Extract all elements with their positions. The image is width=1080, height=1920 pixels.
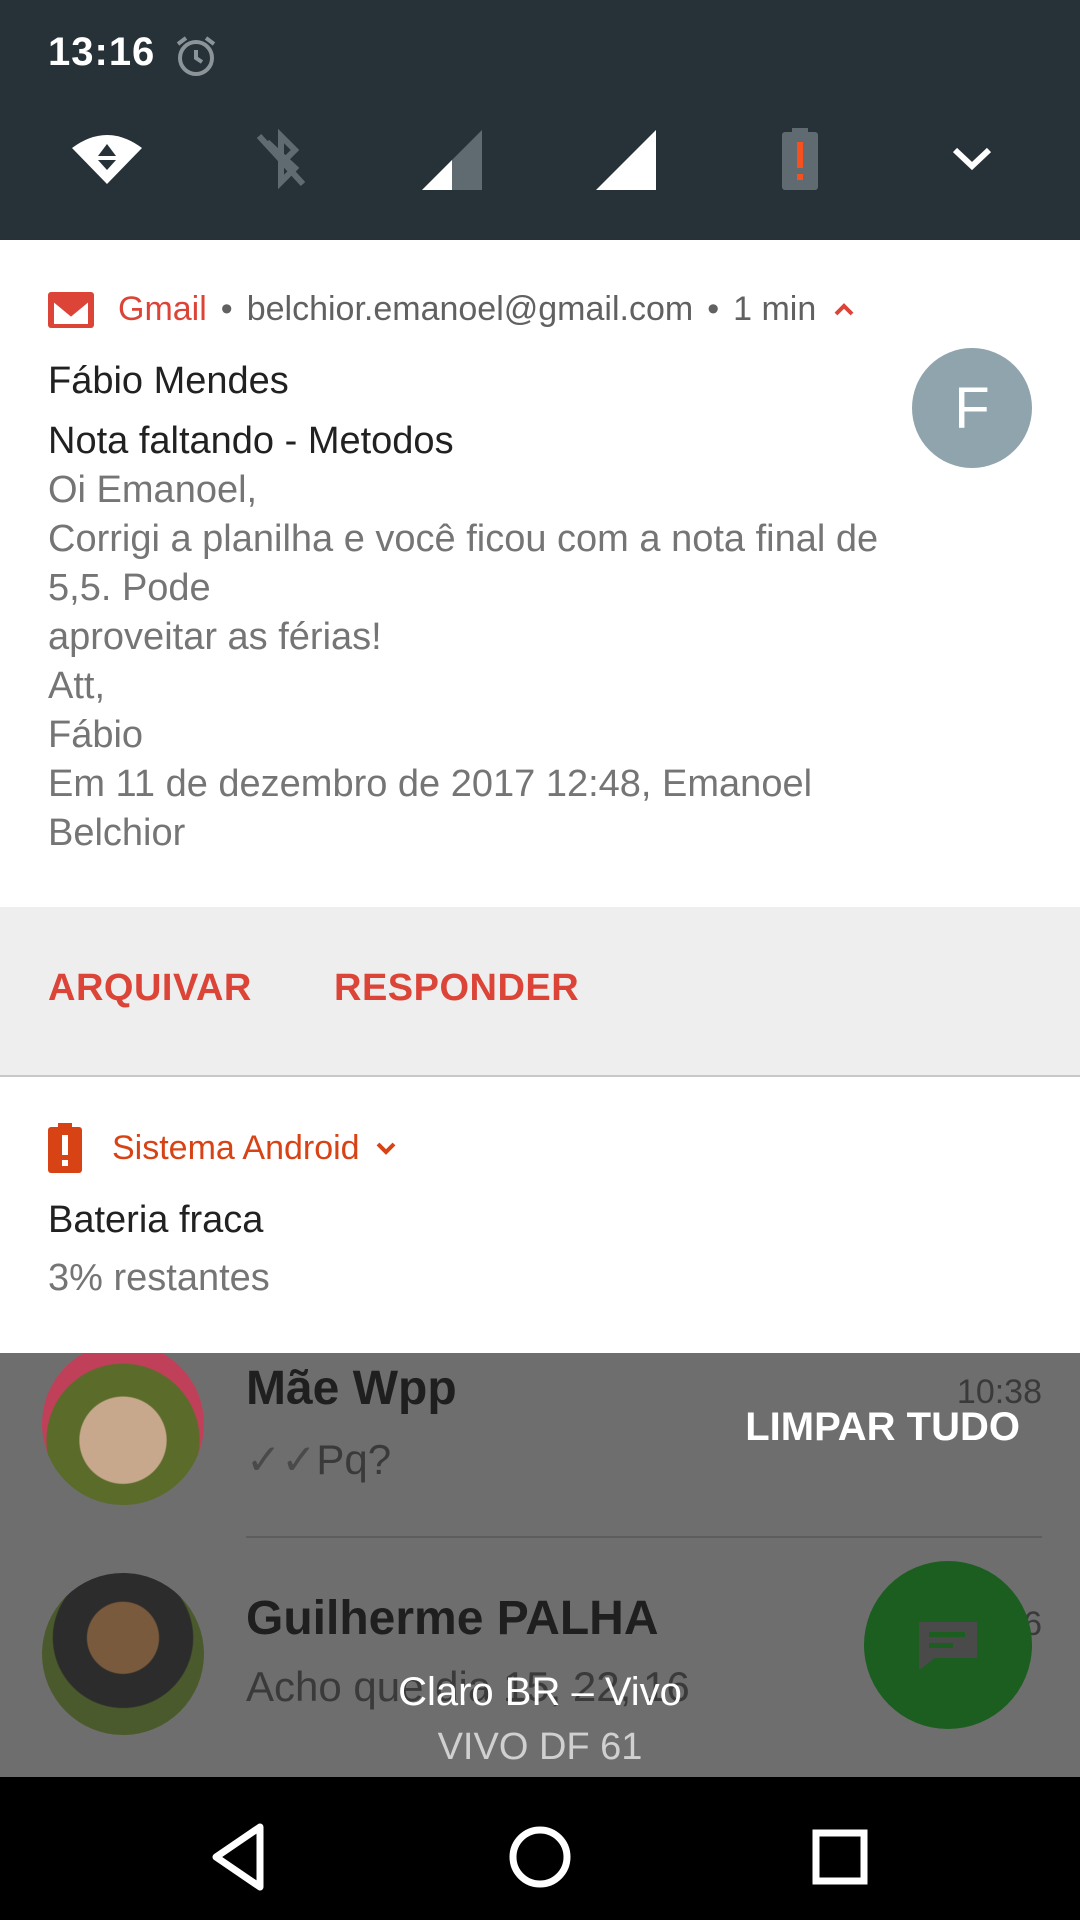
body-line: Em 11 de dezembro de 2017 12:48, Emanoel <box>48 763 813 805</box>
body-line: Att, <box>48 665 106 707</box>
home-icon[interactable] <box>500 1817 580 1897</box>
reply-button[interactable]: RESPONDER <box>334 967 579 1010</box>
bluetooth-off-icon[interactable] <box>245 128 315 192</box>
gmail-icon <box>48 291 94 328</box>
email-subject: Nota faltando - Metodos <box>48 420 454 462</box>
wifi-icon[interactable] <box>72 128 142 192</box>
clear-all-button[interactable]: LIMPAR TUDO <box>745 1405 1020 1450</box>
alarm-icon <box>176 36 216 76</box>
app-name: Sistema Android <box>112 1128 360 1167</box>
notification-header: Sistema Android <box>48 1123 400 1173</box>
status-time: 13:16 <box>48 30 156 74</box>
chat-message: ✓✓Pq? <box>246 1436 392 1483</box>
recents-icon[interactable] <box>800 1817 880 1897</box>
back-icon[interactable] <box>200 1817 280 1897</box>
battery-alert-icon[interactable] <box>764 128 834 192</box>
body-line: Fábio <box>48 714 144 756</box>
body-line: aproveitar as férias! <box>48 616 382 658</box>
app-name: Gmail <box>118 290 207 328</box>
sender-name: Fábio Mendes <box>48 360 289 402</box>
background-chat-list: Mãe Wpp 10:38 ✓✓Pq? Guilherme PALHA 6 Ac… <box>0 1353 1080 1777</box>
archive-button[interactable]: ARQUIVAR <box>48 967 252 1010</box>
chat-name: Mãe Wpp <box>246 1362 457 1415</box>
navigation-bar <box>0 1777 1080 1920</box>
notification-header: Gmail • belchior.emanoel@gmail.com • 1 m… <box>48 290 858 329</box>
account-email: belchior.emanoel@gmail.com <box>246 290 694 328</box>
chat-name: Guilherme PALHA <box>246 1592 659 1645</box>
body-line: Corrigi a planilha e você ficou com a no… <box>48 518 879 560</box>
body-line: 5,5. Pode <box>48 567 211 609</box>
gmail-actions-bar: ARQUIVAR RESPONDER <box>0 907 1080 1077</box>
notification-text: 3% restantes <box>48 1257 270 1299</box>
notification-title: Bateria fraca <box>48 1199 264 1241</box>
signal-sim1-icon[interactable] <box>418 128 488 192</box>
battery-notification[interactable]: Sistema Android Bateria fraca 3% restant… <box>0 1077 1080 1353</box>
chevron-up-icon[interactable] <box>830 300 858 320</box>
expand-icon[interactable] <box>937 128 1007 192</box>
email-body: Oi Emanoel, Corrigi a planilha e você fi… <box>48 466 988 858</box>
battery-alert-icon <box>48 1123 82 1173</box>
avatar <box>42 1353 204 1505</box>
message-icon <box>919 1622 977 1670</box>
quick-settings-header: 13:16 <box>0 0 1080 240</box>
signal-sim2-icon[interactable] <box>592 128 662 192</box>
body-line: Oi Emanoel, <box>48 469 258 511</box>
time-ago: 1 min <box>733 290 817 328</box>
sender-avatar: F <box>912 348 1032 468</box>
chevron-down-icon[interactable] <box>372 1138 400 1158</box>
carrier-name: Claro BR – Vivo <box>398 1670 682 1714</box>
carrier-sub: VIVO DF 61 <box>437 1726 643 1768</box>
double-check-icon: ✓✓ <box>246 1436 317 1483</box>
gmail-notification[interactable]: Gmail • belchior.emanoel@gmail.com • 1 m… <box>0 240 1080 907</box>
divider <box>246 1536 1042 1538</box>
body-line: Belchior <box>48 812 186 854</box>
